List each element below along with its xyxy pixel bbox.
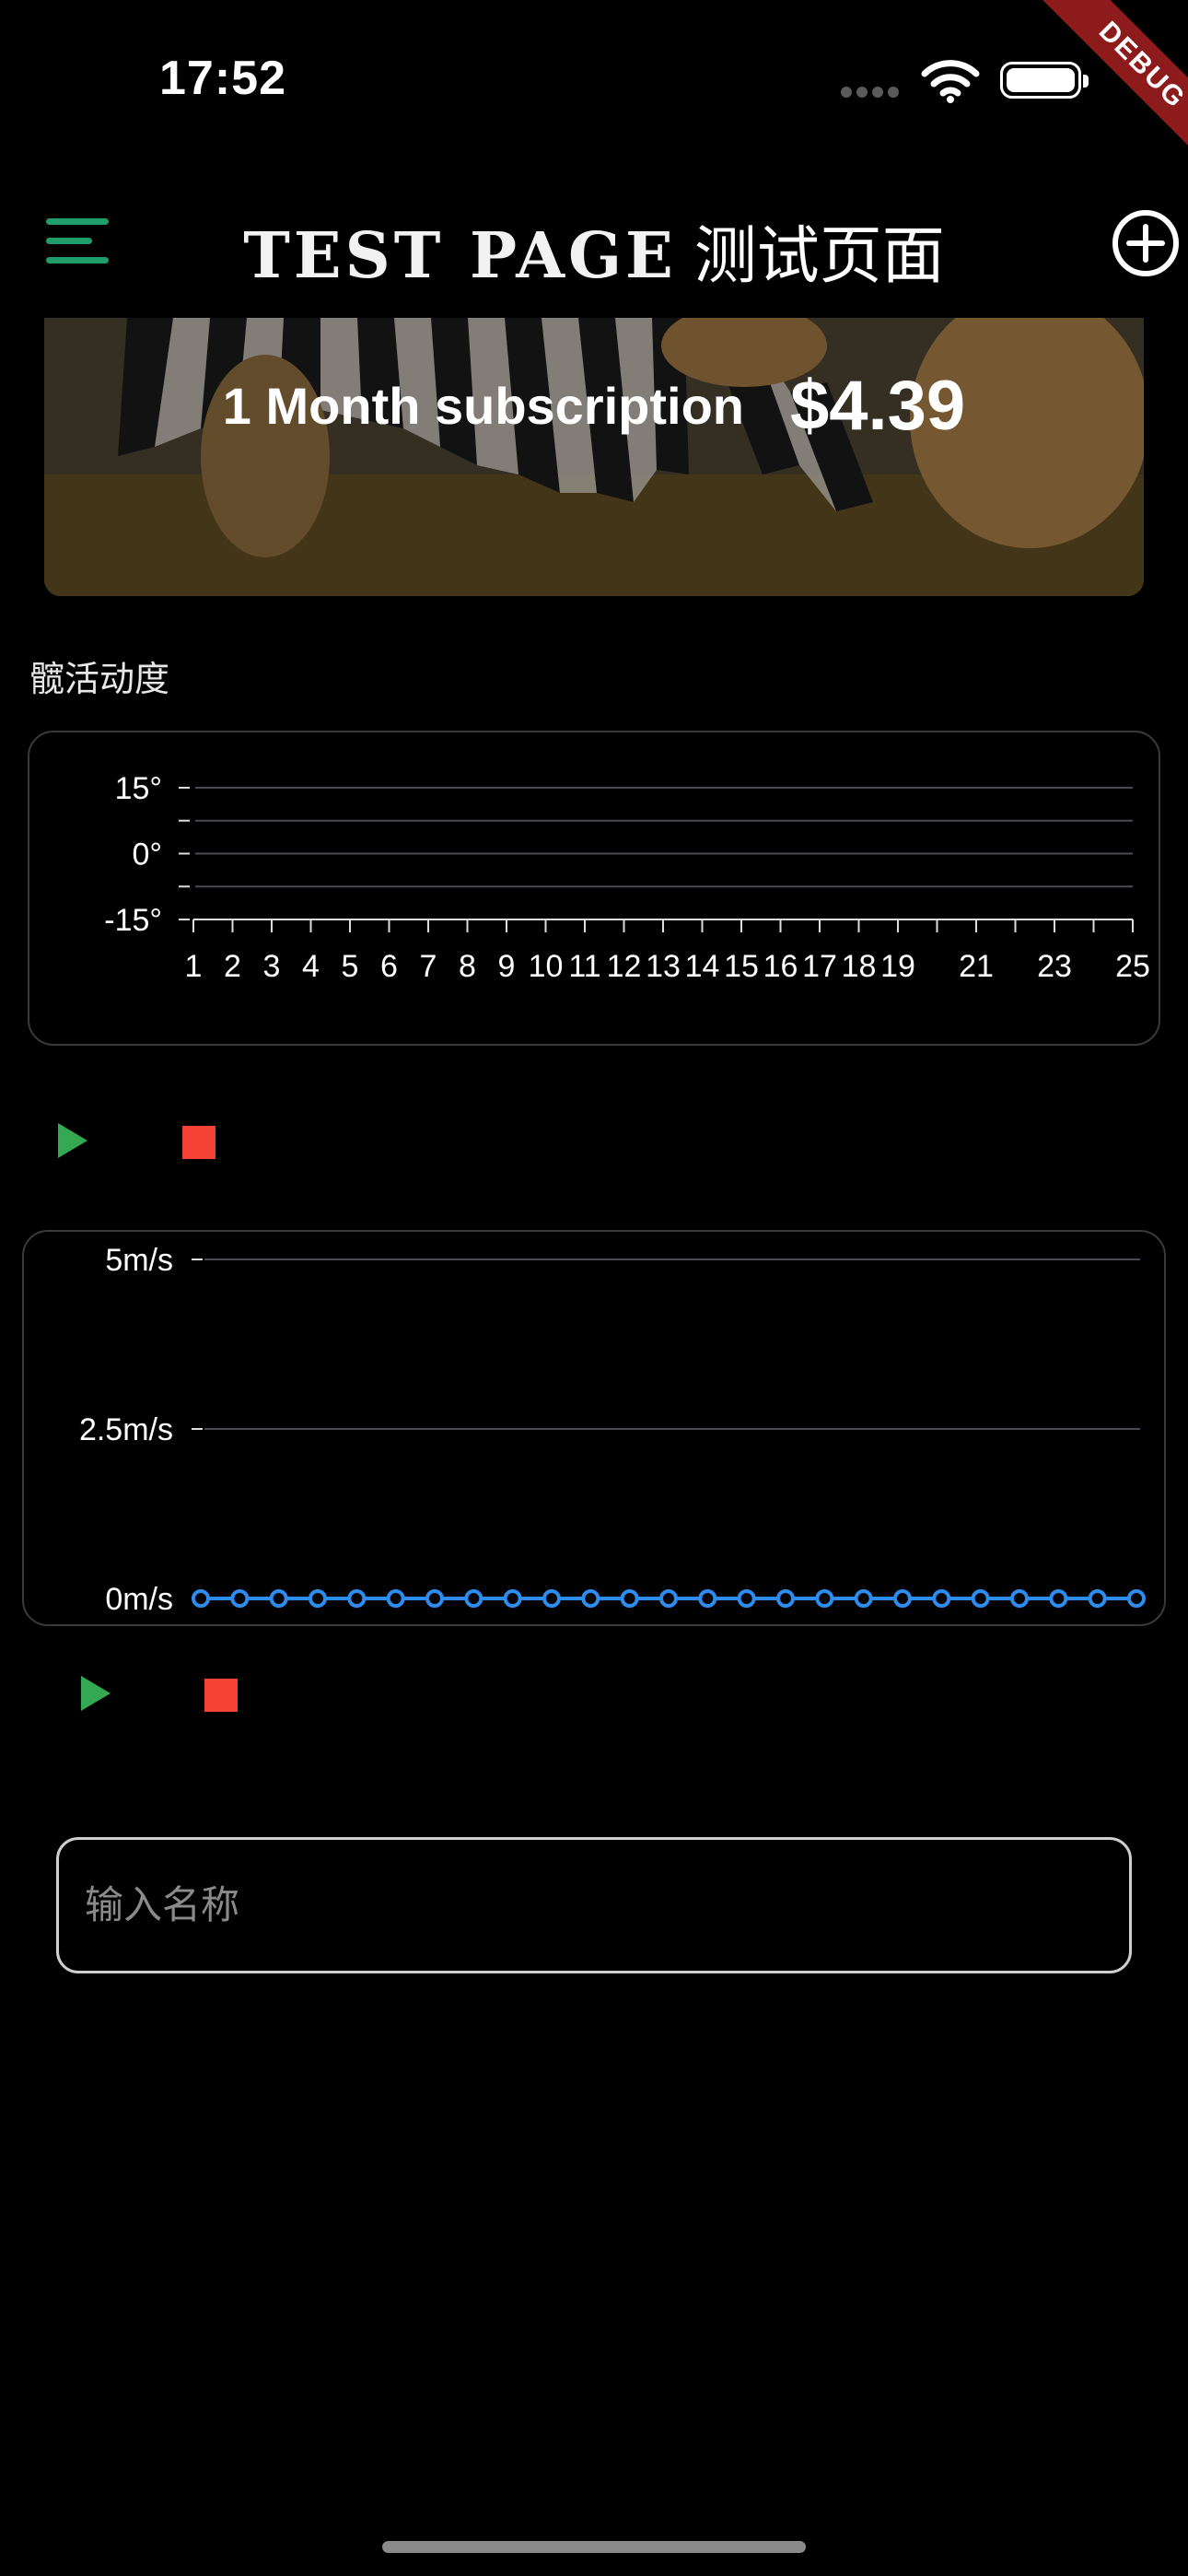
angle-chart-card: 15° 0° -15° 1 2 3 4 5 6 7 8 9 10 11 12 13 14 15 16 17 18 19 21… — [28, 731, 1160, 1046]
name-input[interactable] — [56, 1837, 1132, 1973]
angle-chart: 15°0°-15°1 2 3 4 5 6 7 8 9 10 11 12 13 14 15 16 17 18 19 21… — [104, 771, 1150, 984]
x-tick-label: 19 — [880, 949, 915, 984]
data-point — [464, 1589, 483, 1608]
x-tick-label: 6 — [380, 949, 398, 984]
x-tick-label: 21 — [959, 949, 994, 984]
cellular-signal-icon — [841, 86, 903, 102]
x-tick-label: 1 — [185, 949, 203, 984]
x-tick-label: 25 — [1115, 949, 1150, 984]
data-point — [893, 1589, 912, 1608]
data-point — [269, 1589, 288, 1608]
x-tick-label: 13 — [646, 949, 681, 984]
x-tick-label: 4 — [302, 949, 320, 984]
data-point — [309, 1589, 327, 1608]
add-circle-icon[interactable] — [1111, 208, 1181, 278]
home-indicator[interactable] — [382, 2541, 806, 2553]
data-point — [230, 1589, 250, 1608]
debug-banner: DEBUG — [1004, 0, 1188, 184]
data-point — [1088, 1589, 1107, 1608]
x-tick-label: 7 — [420, 949, 437, 984]
speed-chart-card: 5m/s 2.5m/s 0m/s — [22, 1230, 1166, 1626]
data-point — [854, 1589, 873, 1608]
x-tick-label: 11 — [568, 949, 600, 984]
data-point — [659, 1589, 678, 1608]
data-point — [698, 1589, 717, 1608]
y-tick-label: 5m/s — [105, 1243, 173, 1278]
x-tick-label: 10 — [529, 949, 564, 984]
x-tick-label: 14 — [685, 949, 720, 984]
speed-chart: 5m/s 2.5m/s 0m/s — [79, 1243, 1146, 1617]
y-tick-label: -15° — [104, 903, 162, 938]
y-tick-label: 0° — [132, 837, 162, 872]
page-title: TEST PAGE 测试页面 — [0, 205, 1188, 296]
data-point — [971, 1589, 990, 1608]
x-tick-label: 15 — [724, 949, 759, 984]
x-tick-label: 5 — [342, 949, 359, 984]
x-tick-label: 3 — [263, 949, 281, 984]
data-point — [776, 1589, 795, 1608]
page-title-cjk: 测试页面 — [693, 221, 945, 291]
x-tick-label: 8 — [459, 949, 476, 984]
stop-button[interactable] — [182, 1126, 215, 1159]
data-point — [932, 1589, 951, 1608]
debug-badge-label: DEBUG — [1031, 0, 1188, 177]
x-tick-label: 2 — [224, 949, 241, 984]
subscription-label: 1 Month subscription — [222, 376, 745, 435]
play-button[interactable] — [74, 1670, 120, 1716]
data-point — [1010, 1589, 1029, 1608]
page-title-latin: TEST PAGE — [243, 219, 677, 293]
data-point — [425, 1589, 444, 1608]
data-point — [1127, 1589, 1146, 1608]
x-tick-label: 9 — [498, 949, 516, 984]
status-time: 17:52 — [159, 52, 286, 105]
section-title: 髋活动度 — [29, 661, 170, 699]
y-tick-label: 15° — [115, 771, 162, 806]
data-point — [192, 1589, 210, 1608]
y-tick-label: 2.5m/s — [79, 1412, 173, 1447]
data-point — [620, 1589, 639, 1608]
subscription-price: $4.39 — [790, 366, 966, 445]
data-point — [581, 1589, 600, 1608]
x-tick-label: 12 — [607, 949, 642, 984]
data-point — [815, 1589, 834, 1608]
x-tick-label: 17 — [802, 949, 837, 984]
x-tick-label: 16 — [763, 949, 798, 984]
data-point — [542, 1589, 561, 1608]
y-tick-label: 0m/s — [105, 1582, 173, 1617]
data-point — [737, 1589, 756, 1608]
data-point — [1049, 1589, 1068, 1608]
data-point — [347, 1589, 367, 1608]
x-tick-label: 23 — [1037, 949, 1072, 984]
x-tick-label: 18 — [842, 949, 877, 984]
stop-button[interactable] — [204, 1679, 238, 1712]
play-button[interactable] — [51, 1118, 97, 1164]
data-point — [503, 1589, 522, 1608]
data-point — [386, 1589, 405, 1608]
wifi-icon — [921, 60, 980, 103]
subscription-banner[interactable]: 1 Month subscription $4.39 — [44, 318, 1144, 596]
